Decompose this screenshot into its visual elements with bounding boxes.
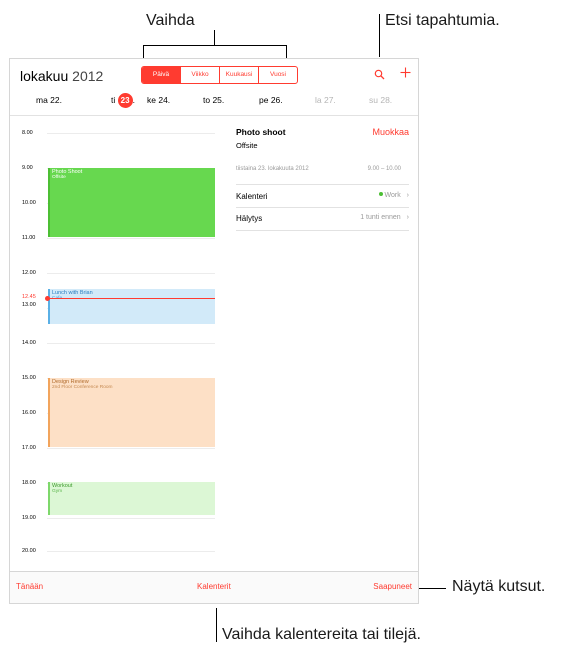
- segment-day[interactable]: Päivä: [142, 67, 180, 83]
- segment-year[interactable]: Vuosi: [258, 67, 297, 83]
- annotation-vaihda: Vaihda: [146, 12, 195, 29]
- calendar-screen: lokakuu 2012 Päivä Viikko Kuukausi Vuosi…: [9, 58, 419, 604]
- bottom-toolbar: Tänään Kalenterit Saapuneet: [10, 571, 418, 603]
- calendar-row[interactable]: Kalenteri Work ›: [236, 185, 409, 206]
- time-label: 16.00: [22, 410, 36, 416]
- hour-line: [47, 448, 215, 449]
- calendar-row-label: Kalenteri: [236, 192, 268, 201]
- calendar-color-dot: [378, 192, 383, 196]
- event-design-review[interactable]: Design Review 2nd Floor Conference Room: [48, 378, 215, 447]
- annotation-line: [143, 45, 286, 46]
- hour-line: [47, 518, 215, 519]
- time-label: 12.00: [22, 270, 36, 276]
- day-sun[interactable]: su 28.: [369, 95, 392, 105]
- detail-title: Photo shoot: [236, 127, 286, 137]
- segment-month[interactable]: Kuukausi: [219, 67, 258, 83]
- day-prefix: ti: [111, 95, 116, 105]
- chevron-right-icon: ›: [406, 214, 409, 221]
- view-segmented-control: Päivä Viikko Kuukausi Vuosi: [141, 66, 298, 84]
- day-mon[interactable]: ma 22.: [36, 95, 62, 105]
- time-label: 10.00: [22, 200, 36, 206]
- alert-row[interactable]: Hälytys 1 tunti ennen ›: [236, 208, 409, 229]
- annotation-line: [418, 588, 446, 589]
- inbox-button[interactable]: Saapuneet: [373, 582, 412, 591]
- day-wed[interactable]: ke 24.: [147, 95, 170, 105]
- time-label: 13.00: [22, 302, 36, 308]
- segment-week[interactable]: Viikko: [180, 67, 219, 83]
- annotation-vaihda-kalenterit: Vaihda kalentereita tai tilejä.: [222, 626, 421, 643]
- week-strip: ma 22. ti 23. ke 24. to 25. pe 26. la 27…: [10, 93, 418, 109]
- time-label: 8.00: [22, 130, 33, 136]
- time-label: 11.00: [22, 235, 36, 241]
- event-location: Offsite: [52, 175, 66, 180]
- hour-line: [47, 273, 215, 274]
- plus-icon[interactable]: [400, 65, 411, 83]
- header-divider: [10, 115, 418, 116]
- event-location: 2nd Floor Conference Room: [52, 385, 113, 390]
- time-label: 18.00: [22, 480, 36, 486]
- calendar-row-value: Work ›: [378, 192, 409, 199]
- month-title: lokakuu 2012: [20, 68, 103, 84]
- day-sat[interactable]: la 27.: [315, 95, 336, 105]
- day-thu[interactable]: to 25.: [203, 95, 224, 105]
- day-fri[interactable]: pe 26.: [259, 95, 283, 105]
- row-divider: [236, 230, 409, 231]
- now-indicator-dot: [45, 296, 50, 301]
- detail-time-range: 9.00 – 10.00: [367, 166, 401, 172]
- detail-location: Offsite: [236, 141, 258, 150]
- hour-line: [47, 343, 215, 344]
- year: 2012: [72, 68, 104, 84]
- alert-row-label: Hälytys: [236, 214, 263, 223]
- hour-line: [47, 133, 215, 134]
- annotation-line: [216, 608, 217, 642]
- event-location: Gym: [52, 489, 63, 494]
- day-tue-today[interactable]: ti 23.: [111, 93, 135, 108]
- event-photo-shoot[interactable]: Photo Shoot Offsite: [48, 168, 215, 237]
- event-lunch-with-brian[interactable]: Lunch with Brian Cafe: [48, 289, 215, 324]
- time-label: 9.00: [22, 165, 33, 171]
- now-indicator-line: [47, 298, 215, 299]
- month-name: lokakuu: [20, 68, 69, 84]
- hour-line: [47, 238, 215, 239]
- event-workout[interactable]: Workout Gym: [48, 482, 215, 515]
- time-label: 15.00: [22, 375, 36, 381]
- search-icon[interactable]: [374, 67, 385, 85]
- now-time-label: 12.45: [22, 294, 36, 300]
- alert-value: 1 tunti ennen: [360, 214, 401, 221]
- annotation-nayta: Näytä kutsut.: [452, 578, 546, 595]
- time-label: 17.00: [22, 445, 36, 451]
- day-suffix: .: [132, 95, 135, 105]
- calendars-button[interactable]: Kalenterit: [197, 582, 231, 591]
- today-badge: 23: [117, 93, 133, 108]
- calendar-name: Work: [384, 192, 401, 199]
- time-label: 14.00: [22, 340, 36, 346]
- detail-date: tiistaina 23. lokakuuta 2012: [236, 166, 309, 172]
- today-button[interactable]: Tänään: [16, 582, 43, 591]
- annotation-line: [214, 30, 215, 45]
- hour-line: [47, 551, 215, 552]
- annotation-etsi: Etsi tapahtumia.: [385, 12, 500, 29]
- time-label: 19.00: [22, 515, 36, 521]
- alert-row-value: 1 tunti ennen ›: [360, 214, 409, 221]
- time-label: 20.00: [22, 548, 36, 554]
- chevron-right-icon: ›: [406, 192, 409, 199]
- edit-button[interactable]: Muokkaa: [372, 127, 409, 137]
- annotation-line: [379, 14, 380, 57]
